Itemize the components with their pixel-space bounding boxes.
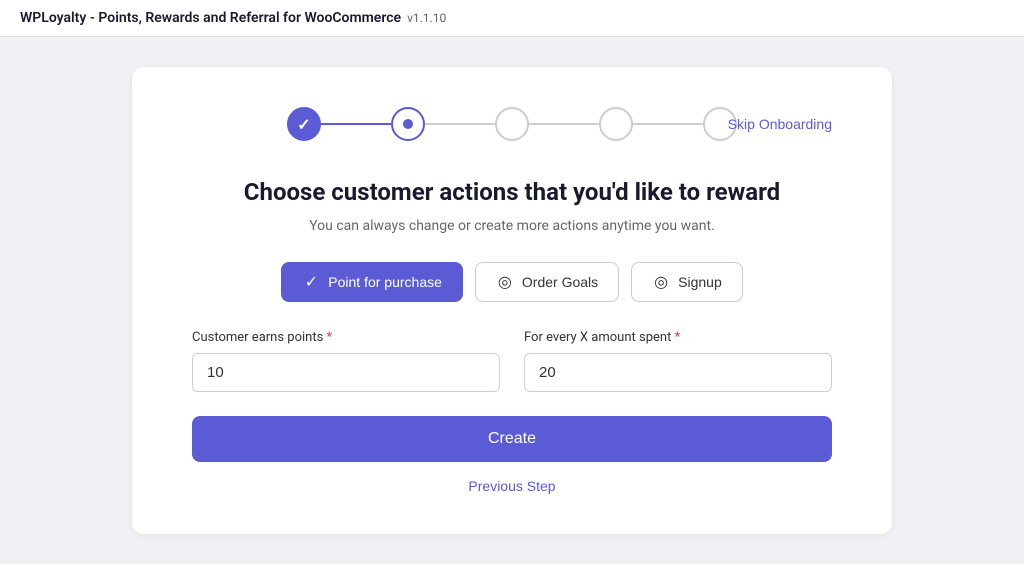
page-subheading: You can always change or create more act…: [192, 218, 832, 234]
action-btn-purchase[interactable]: ✓ Point for purchase: [281, 262, 463, 302]
step-line-1: [321, 123, 391, 125]
step-line-3: [529, 123, 599, 125]
amount-spent-input[interactable]: [524, 353, 832, 392]
signup-icon: ◎: [652, 273, 670, 291]
action-btn-signup-label: Signup: [678, 274, 722, 290]
step-1: [287, 107, 321, 141]
earns-points-input[interactable]: [192, 353, 500, 392]
stepper: Skip Onboarding: [192, 107, 832, 141]
earns-points-label: Customer earns points *: [192, 330, 500, 345]
action-buttons-group: ✓ Point for purchase ◎ Order Goals ◎ Sig…: [192, 262, 832, 302]
action-btn-signup[interactable]: ◎ Signup: [631, 262, 743, 302]
purchase-icon: ✓: [302, 273, 320, 291]
active-dot: [403, 119, 413, 129]
previous-step-button[interactable]: Previous Step: [468, 478, 555, 494]
create-button[interactable]: Create: [192, 416, 832, 462]
order-goals-icon: ◎: [496, 273, 514, 291]
step-4: [599, 107, 633, 141]
form-group-amount-spent: For every X amount spent *: [524, 330, 832, 392]
earns-points-required: *: [327, 330, 333, 345]
step-line-4: [633, 123, 703, 125]
onboarding-card: Skip Onboarding Choose customer actions …: [132, 67, 892, 534]
main-content: Skip Onboarding Choose customer actions …: [0, 37, 1024, 564]
action-btn-order-goals[interactable]: ◎ Order Goals: [475, 262, 619, 302]
action-btn-order-goals-label: Order Goals: [522, 274, 598, 290]
step-container: [287, 107, 737, 141]
step-line-2: [425, 123, 495, 125]
check-icon: [297, 115, 310, 134]
skip-onboarding-button[interactable]: Skip Onboarding: [728, 116, 832, 132]
page-heading: Choose customer actions that you'd like …: [192, 177, 832, 208]
step-3: [495, 107, 529, 141]
app-title: WPLoyalty - Points, Rewards and Referral…: [20, 10, 401, 26]
app-version: v1.1.10: [407, 11, 446, 25]
amount-spent-label: For every X amount spent *: [524, 330, 832, 345]
action-btn-purchase-label: Point for purchase: [328, 274, 442, 290]
amount-spent-required: *: [675, 330, 681, 345]
form-group-earns-points: Customer earns points *: [192, 330, 500, 392]
form-row: Customer earns points * For every X amou…: [192, 330, 832, 392]
top-bar: WPLoyalty - Points, Rewards and Referral…: [0, 0, 1024, 37]
step-2: [391, 107, 425, 141]
